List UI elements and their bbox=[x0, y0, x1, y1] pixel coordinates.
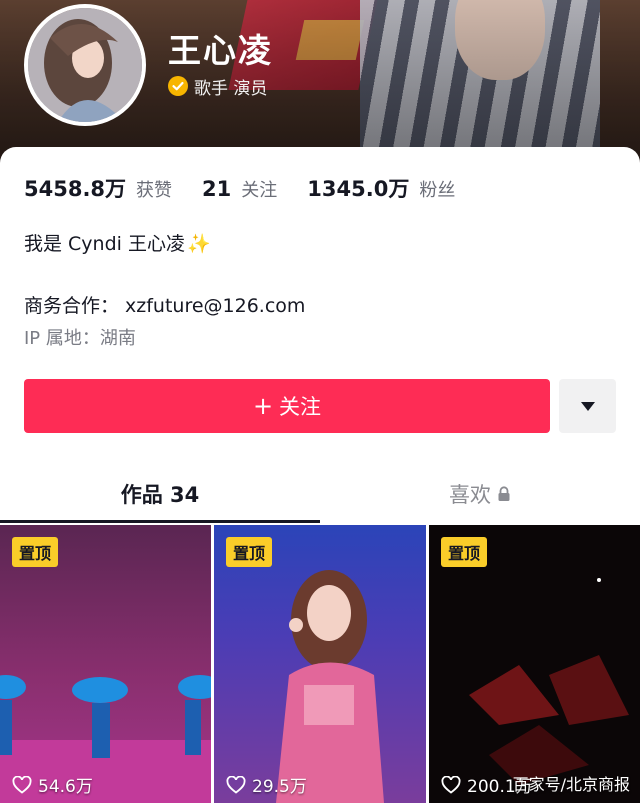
video-tile[interactable]: 置顶 200.1万 百家号/北京商报 bbox=[429, 525, 640, 803]
tab-likes-label: 喜欢 bbox=[449, 483, 491, 507]
plus-icon: + bbox=[252, 392, 274, 420]
pinned-badge: 置顶 bbox=[226, 537, 273, 567]
stat-value: 5458.8万 bbox=[24, 177, 127, 201]
avatar[interactable] bbox=[24, 4, 146, 126]
verified-badge-icon bbox=[168, 76, 188, 96]
contact-email[interactable]: xzfuture@126.com bbox=[125, 295, 305, 317]
bio: 我是 Cyndi 王心凌 ✨ bbox=[24, 229, 211, 256]
video-tile[interactable]: 置顶 54.6万 bbox=[0, 525, 211, 803]
video-likes: 54.6万 bbox=[12, 772, 93, 797]
active-tab-indicator bbox=[0, 520, 320, 523]
heart-outline-icon bbox=[12, 775, 32, 794]
triangle-down-icon bbox=[580, 401, 595, 411]
video-tile[interactable]: 置顶 29.5万 bbox=[214, 525, 426, 803]
ip-location: IP 属地：湖南 bbox=[24, 328, 136, 349]
video-grid: 置顶 54.6万 置顶 29.5万 置顶 200.1万 百家号/北京商报 bbox=[0, 525, 640, 803]
stat-following[interactable]: 21 关注 bbox=[202, 176, 277, 202]
tab-likes[interactable]: 喜欢 bbox=[320, 465, 640, 523]
avatar-portrait bbox=[28, 8, 142, 122]
verification-text: 歌手 演员 bbox=[194, 78, 268, 99]
stat-label: 粉丝 bbox=[419, 180, 456, 201]
source-watermark: 百家号/北京商报 bbox=[512, 775, 630, 794]
heart-outline-icon bbox=[441, 775, 461, 794]
sparkle-emoji: ✨ bbox=[186, 233, 211, 255]
stat-label: 关注 bbox=[241, 180, 278, 201]
bio-text: 我是 Cyndi 王心凌 bbox=[24, 233, 185, 255]
stat-likes[interactable]: 5458.8万 获赞 bbox=[24, 173, 172, 203]
tab-works[interactable]: 作品 34 bbox=[0, 465, 320, 523]
stats-row: 5458.8万 获赞 21 关注 1345.0万 粉丝 bbox=[24, 173, 485, 203]
stat-followers[interactable]: 1345.0万 粉丝 bbox=[307, 173, 455, 203]
video-likes: 29.5万 bbox=[226, 772, 307, 797]
lock-icon bbox=[498, 486, 510, 501]
pinned-badge: 置顶 bbox=[441, 537, 488, 567]
follow-label: 关注 bbox=[279, 395, 322, 419]
profile-name: 王心凌 bbox=[168, 31, 273, 70]
stat-label: 获赞 bbox=[136, 180, 173, 201]
stat-value: 1345.0万 bbox=[307, 177, 410, 201]
pinned-badge: 置顶 bbox=[12, 537, 59, 567]
follow-button[interactable]: + 关注 bbox=[24, 379, 550, 433]
contact-label: 商务合作： bbox=[24, 295, 120, 317]
heart-outline-icon bbox=[226, 775, 246, 794]
business-contact: 商务合作： xzfuture@126.com bbox=[24, 291, 305, 318]
video-like-count: 29.5万 bbox=[252, 777, 307, 797]
stat-value: 21 bbox=[202, 177, 232, 201]
more-options-button[interactable] bbox=[559, 379, 616, 433]
verification-row: 歌手 演员 bbox=[168, 74, 268, 99]
tab-works-label: 作品 34 bbox=[120, 483, 200, 507]
video-like-count: 54.6万 bbox=[38, 777, 93, 797]
profile-tabs: 作品 34 喜欢 bbox=[0, 465, 640, 523]
